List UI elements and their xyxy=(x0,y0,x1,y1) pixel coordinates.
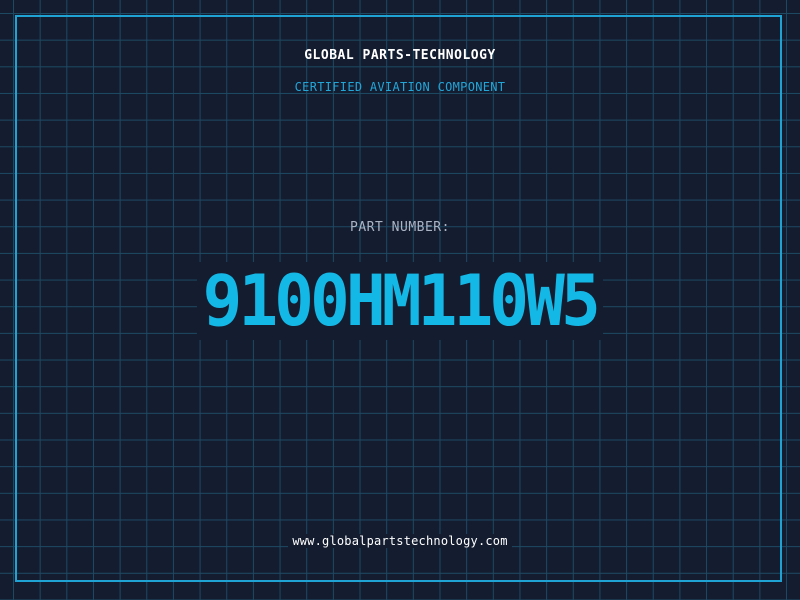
footer: www.globalpartstechnology.com xyxy=(0,530,800,549)
part-number-label: PART NUMBER: xyxy=(350,220,450,235)
brand-title: GLOBAL PARTS-TECHNOLOGY xyxy=(304,48,496,63)
website-url: www.globalpartstechnology.com xyxy=(288,534,512,548)
brand-subtitle: CERTIFIED AVIATION COMPONENT xyxy=(294,80,506,94)
part-number-value: 9100HM110W5 xyxy=(197,262,603,340)
part-number-container: 9100HM110W5 xyxy=(0,262,800,340)
